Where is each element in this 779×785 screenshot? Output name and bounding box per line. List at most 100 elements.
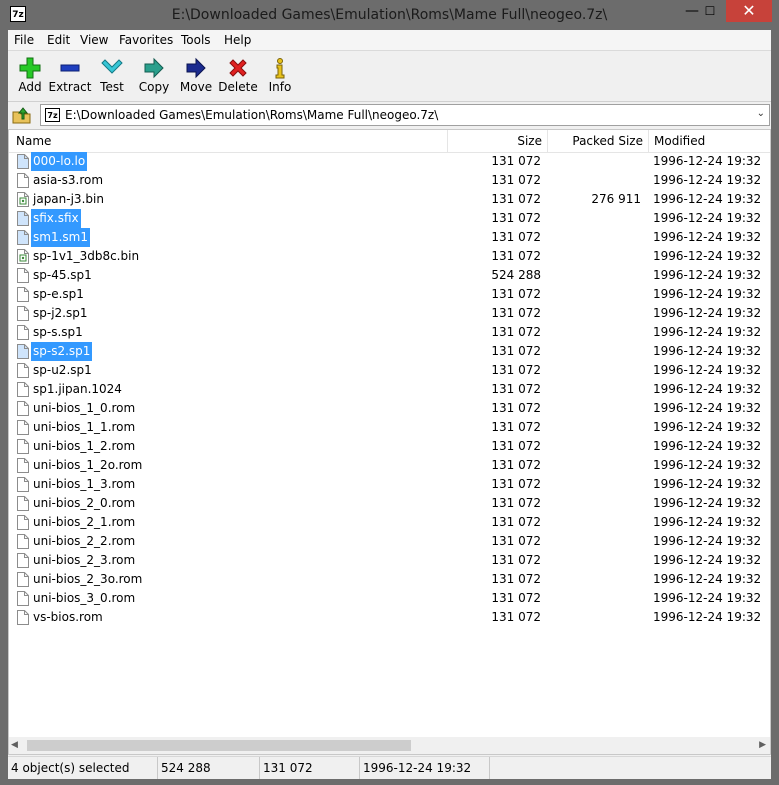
- column-header-size[interactable]: Size: [448, 130, 548, 152]
- file-size: 131 072: [491, 306, 541, 320]
- file-name[interactable]: uni-bios_1_0.rom: [31, 399, 137, 418]
- file-name[interactable]: uni-bios_2_1.rom: [31, 513, 137, 532]
- file-icon: [17, 572, 29, 587]
- file-name[interactable]: uni-bios_1_1.rom: [31, 418, 137, 437]
- info-button[interactable]: Info: [258, 53, 302, 99]
- file-row[interactable]: sp-s2.sp1 131 072 1996-12-24 19:32: [9, 342, 770, 361]
- file-row[interactable]: uni-bios_3_0.rom 131 072 1996-12-24 19:32: [9, 589, 770, 608]
- file-row[interactable]: uni-bios_1_0.rom 131 072 1996-12-24 19:32: [9, 399, 770, 418]
- menu-tools[interactable]: Tools: [181, 33, 211, 47]
- window-title: E:\Downloaded Games\Emulation\Roms\Mame …: [171, 7, 608, 23]
- file-name[interactable]: 000-lo.lo: [31, 152, 88, 171]
- file-name[interactable]: uni-bios_2_2.rom: [31, 532, 137, 551]
- file-list[interactable]: Name Size Packed Size Modified 000-lo.lo…: [8, 129, 771, 755]
- file-name[interactable]: sfix.sfix: [31, 209, 81, 228]
- file-icon: [17, 287, 29, 302]
- file-row[interactable]: uni-bios_1_3.rom 131 072 1996-12-24 19:32: [9, 475, 770, 494]
- file-row[interactable]: uni-bios_2_1.rom 131 072 1996-12-24 19:32: [9, 513, 770, 532]
- menu-bar: File Edit View Favorites Tools Help: [8, 30, 771, 51]
- horizontal-scrollbar[interactable]: ◀ ▶: [9, 737, 770, 754]
- file-size: 131 072: [491, 420, 541, 434]
- file-name[interactable]: japan-j3.bin: [31, 190, 106, 209]
- file-row[interactable]: uni-bios_1_2.rom 131 072 1996-12-24 19:32: [9, 437, 770, 456]
- file-packed-size: [549, 456, 641, 475]
- copy-button[interactable]: Copy: [132, 53, 176, 99]
- add-label: Add: [18, 80, 42, 94]
- address-path-combobox[interactable]: 7z E:\Downloaded Games\Emulation\Roms\Ma…: [40, 104, 770, 126]
- menu-file[interactable]: File: [14, 33, 34, 47]
- file-name[interactable]: sp-45.sp1: [31, 266, 94, 285]
- file-row[interactable]: sp1.jipan.1024 131 072 1996-12-24 19:32: [9, 380, 770, 399]
- file-name[interactable]: sp-j2.sp1: [31, 304, 90, 323]
- file-name[interactable]: sp-u2.sp1: [31, 361, 94, 380]
- delete-label: Delete: [218, 80, 258, 94]
- file-row[interactable]: uni-bios_2_3.rom 131 072 1996-12-24 19:32: [9, 551, 770, 570]
- file-row[interactable]: vs-bios.rom 131 072 1996-12-24 19:32: [9, 608, 770, 627]
- scrollbar-thumb[interactable]: [27, 740, 411, 751]
- file-row[interactable]: uni-bios_2_2.rom 131 072 1996-12-24 19:32: [9, 532, 770, 551]
- extract-button[interactable]: Extract: [48, 53, 92, 99]
- test-button[interactable]: Test: [90, 53, 134, 99]
- file-row[interactable]: sp-1v1_3db8c.bin 131 072 1996-12-24 19:32: [9, 247, 770, 266]
- column-header-modified[interactable]: Modified: [649, 130, 770, 152]
- file-name[interactable]: uni-bios_3_0.rom: [31, 589, 137, 608]
- delete-button[interactable]: Delete: [216, 53, 260, 99]
- file-packed-size: [549, 152, 641, 171]
- file-name[interactable]: uni-bios_2_0.rom: [31, 494, 137, 513]
- file-name[interactable]: sp1.jipan.1024: [31, 380, 124, 399]
- move-button[interactable]: Move: [174, 53, 218, 99]
- file-row[interactable]: uni-bios_1_1.rom 131 072 1996-12-24 19:32: [9, 418, 770, 437]
- file-name[interactable]: asia-s3.rom: [31, 171, 105, 190]
- menu-favorites[interactable]: Favorites: [119, 33, 173, 47]
- file-name[interactable]: uni-bios_2_3.rom: [31, 551, 137, 570]
- maximize-button[interactable]: ☐: [697, 0, 723, 22]
- file-modified: 1996-12-24 19:32: [653, 420, 762, 434]
- column-header-name[interactable]: Name: [9, 130, 448, 152]
- file-row[interactable]: sp-u2.sp1 131 072 1996-12-24 19:32: [9, 361, 770, 380]
- file-name[interactable]: uni-bios_2_3o.rom: [31, 570, 144, 589]
- file-name[interactable]: vs-bios.rom: [31, 608, 105, 627]
- file-name[interactable]: sp-1v1_3db8c.bin: [31, 247, 141, 266]
- add-button[interactable]: Add: [8, 53, 52, 99]
- file-row[interactable]: sp-s.sp1 131 072 1996-12-24 19:32: [9, 323, 770, 342]
- folder-up-icon[interactable]: [12, 106, 32, 124]
- file-row[interactable]: sp-45.sp1 524 288 1996-12-24 19:32: [9, 266, 770, 285]
- file-row[interactable]: sp-e.sp1 131 072 1996-12-24 19:32: [9, 285, 770, 304]
- file-row[interactable]: 000-lo.lo 131 072 1996-12-24 19:32: [9, 152, 770, 171]
- file-size: 131 072: [491, 439, 541, 453]
- file-name[interactable]: sp-e.sp1: [31, 285, 86, 304]
- file-name[interactable]: sp-s2.sp1: [31, 342, 93, 361]
- file-row[interactable]: sp-j2.sp1 131 072 1996-12-24 19:32: [9, 304, 770, 323]
- file-modified: 1996-12-24 19:32: [653, 154, 762, 168]
- file-name[interactable]: uni-bios_1_3.rom: [31, 475, 137, 494]
- file-row[interactable]: uni-bios_1_2o.rom 131 072 1996-12-24 19:32: [9, 456, 770, 475]
- file-row[interactable]: japan-j3.bin 131 072 276 911 1996-12-24 19:…: [9, 190, 770, 209]
- file-icon: [17, 458, 29, 473]
- file-row[interactable]: sm1.sm1 131 072 1996-12-24 19:32: [9, 228, 770, 247]
- file-name[interactable]: sp-s.sp1: [31, 323, 85, 342]
- chevron-down-icon[interactable]: ⌄: [757, 108, 765, 119]
- file-name[interactable]: uni-bios_1_2o.rom: [31, 456, 144, 475]
- list-header: Name Size Packed Size Modified: [9, 130, 770, 153]
- file-modified: 1996-12-24 19:32: [653, 515, 762, 529]
- file-icon: [17, 420, 29, 435]
- file-row[interactable]: sfix.sfix 131 072 1996-12-24 19:32: [9, 209, 770, 228]
- menu-edit[interactable]: Edit: [47, 33, 70, 47]
- scroll-right-arrow-icon[interactable]: ▶: [759, 740, 766, 750]
- file-name[interactable]: sm1.sm1: [31, 228, 90, 247]
- close-button[interactable]: ✕: [726, 0, 772, 22]
- scroll-left-arrow-icon[interactable]: ◀: [11, 740, 18, 750]
- file-icon: [17, 515, 29, 530]
- file-name[interactable]: uni-bios_1_2.rom: [31, 437, 137, 456]
- file-modified: 1996-12-24 19:32: [653, 211, 762, 225]
- title-bar[interactable]: 7z E:\Downloaded Games\Emulation\Roms\Ma…: [0, 0, 779, 30]
- file-packed-size: [549, 361, 641, 380]
- menu-view[interactable]: View: [80, 33, 108, 47]
- file-row[interactable]: uni-bios_2_3o.rom 131 072 1996-12-24 19:32: [9, 570, 770, 589]
- file-modified: 1996-12-24 19:32: [653, 591, 762, 605]
- menu-help[interactable]: Help: [224, 33, 251, 47]
- file-row[interactable]: asia-s3.rom 131 072 1996-12-24 19:32: [9, 171, 770, 190]
- file-row[interactable]: uni-bios_2_0.rom 131 072 1996-12-24 19:32: [9, 494, 770, 513]
- file-modified: 1996-12-24 19:32: [653, 363, 762, 377]
- column-header-packed-size[interactable]: Packed Size: [548, 130, 649, 152]
